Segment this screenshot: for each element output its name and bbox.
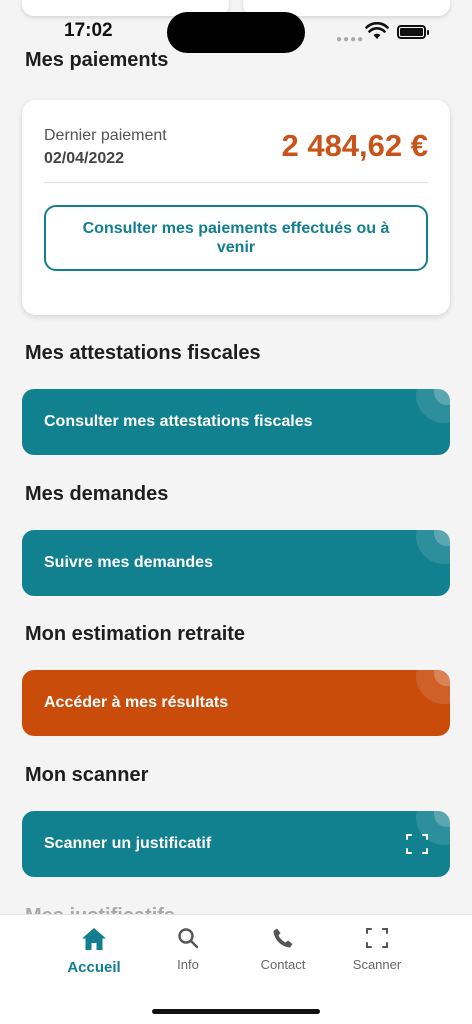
scan-frame-icon [366,928,388,948]
section-title-payments: Mes paiements [25,49,169,71]
tab-info[interactable]: Info [148,927,228,972]
cellular-signal-icon: ●●●● [336,34,365,45]
battery-icon [397,25,429,39]
divider [44,182,428,183]
last-payment-amount: 2 484,62 € [281,128,428,163]
last-payment-date: 02/04/2022 [44,150,125,167]
section-title-retirement: Mon estimation retraite [25,623,246,645]
home-indicator [152,1009,320,1014]
search-icon [178,928,199,949]
consult-payments-button[interactable]: Consulter mes paiements effectués ou à v… [44,205,428,271]
dynamic-island [167,12,305,53]
track-requests-button[interactable]: Suivre mes demandes [22,530,450,596]
section-title-tax: Mes attestations fiscales [25,342,261,364]
tab-contact[interactable]: Contact [243,927,323,972]
last-payment-label: Dernier paiement [44,127,167,144]
section-title-requests: Mes demandes [25,483,169,505]
scan-document-button[interactable]: Scanner un justificatif [22,811,450,877]
status-time: 17:02 [64,20,113,41]
tab-home-label: Accueil [67,959,121,976]
scan-frame-icon [406,834,428,854]
tab-home[interactable]: Accueil [54,927,134,976]
tax-certificates-label: Consulter mes attestations fiscales [44,413,313,430]
payments-card: Dernier paiement 02/04/2022 2 484,62 € C… [22,100,450,315]
track-requests-label: Suivre mes demandes [44,554,213,571]
section-title-scanner: Mon scanner [25,764,149,786]
tab-scanner-label: Scanner [352,957,402,972]
scan-document-label: Scanner un justificatif [44,835,212,852]
home-icon [82,928,106,950]
bottom-tab-bar: Accueil Info Contact Scanner [0,914,472,1024]
retirement-results-button[interactable]: Accéder à mes résultats [22,670,450,736]
retirement-results-label: Accéder à mes résultats [44,694,229,711]
tab-info-label: Info [177,957,199,972]
tab-scanner[interactable]: Scanner [337,927,417,972]
phone-icon [273,928,293,948]
tax-certificates-button[interactable]: Consulter mes attestations fiscales [22,389,450,455]
wifi-icon [365,22,389,39]
tab-contact-label: Contact [260,957,306,972]
